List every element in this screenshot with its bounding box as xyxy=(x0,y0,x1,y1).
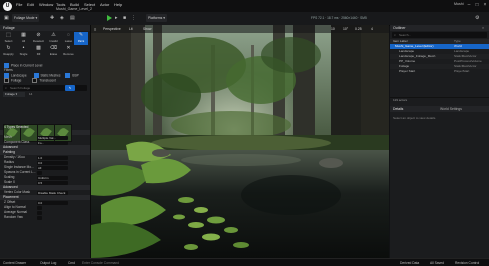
add-foliage-button[interactable]: ✎ xyxy=(65,85,75,91)
minimize-icon[interactable]: – xyxy=(465,1,473,9)
level-viewport[interactable]: ≡ Perspective Lit Show 10 10° 0.25 4 xyxy=(91,25,389,258)
prop-vertex-color-mask-value[interactable]: Disable Mask Check xyxy=(37,190,68,195)
outliner-search-input[interactable]: Search... xyxy=(399,33,411,37)
tool-single[interactable]: • Single xyxy=(16,45,31,58)
viewport-toolbar: ≡ Perspective Lit Show 10 10° 0.25 4 xyxy=(91,25,389,33)
content-drawer-button[interactable]: Content Drawer xyxy=(3,261,26,265)
tool-select[interactable]: ⬚ Select xyxy=(1,32,16,45)
properties-list: Mesh MeshMultiple Val... Component Class… xyxy=(0,130,90,220)
lit-button[interactable]: Lit xyxy=(129,27,133,31)
prop-single-instance-value[interactable]: All xyxy=(37,165,68,170)
all-saved-indicator[interactable]: All Saved xyxy=(430,261,444,265)
prop-scale-x-value[interactable]: 0.5 xyxy=(37,180,68,185)
search-icon: ⌕ xyxy=(394,32,396,37)
actor-count: 119 actors xyxy=(390,97,489,103)
details-tabs: Details World Settings xyxy=(390,106,489,112)
outliner-row[interactable]: Player Start PlayerStart xyxy=(390,69,489,74)
prop-random-yaw: Random Yaw xyxy=(0,215,90,220)
tab-details[interactable]: Details xyxy=(393,107,403,111)
rotation-snap-value[interactable]: 10° xyxy=(343,27,348,31)
prop-spawns-current-value[interactable] xyxy=(37,170,42,175)
right-panel: Outliner × ⌕ Search... Item Label Type Mu… xyxy=(390,25,489,258)
foliage-search-input[interactable]: Search Foliage xyxy=(10,86,30,90)
menu-actor[interactable]: Actor xyxy=(100,2,109,7)
show-button[interactable]: Show xyxy=(143,27,151,31)
close-icon[interactable]: × xyxy=(481,1,489,9)
filter-translucent-checkbox[interactable] xyxy=(32,78,38,83)
console-input[interactable]: Enter Console Command xyxy=(82,261,119,265)
tool-reapply[interactable]: ↻ Reapply xyxy=(1,45,16,58)
filter-foliage-checkbox[interactable] xyxy=(4,78,9,83)
close-outliner-icon[interactable]: × xyxy=(482,25,484,31)
prop-align-normal-checkbox[interactable] xyxy=(37,205,42,210)
prop-random-yaw-checkbox[interactable] xyxy=(37,215,42,220)
tool-all[interactable]: ▦ All xyxy=(16,32,31,45)
tool-deselect[interactable]: ⊘ Deselect xyxy=(31,32,46,45)
output-log-button[interactable]: Output Log xyxy=(40,261,56,265)
foliage-search-bar: ⌕ Search Foliage ✎ xyxy=(3,85,87,91)
menu-window[interactable]: Window xyxy=(39,2,53,7)
blueprint-icon[interactable]: ◈ xyxy=(60,15,64,21)
cmd-dropdown[interactable]: Cmd xyxy=(68,261,75,265)
more-options-icon[interactable]: ⋮ xyxy=(131,15,136,21)
menu-file[interactable]: File xyxy=(16,2,22,7)
step-icon[interactable]: ▸ xyxy=(115,15,118,21)
foliage-type-bar: Foliage ▾ 14 xyxy=(3,92,87,98)
tool-fill[interactable]: ▩ Fill xyxy=(31,45,46,58)
derived-data-button[interactable]: Derived Data xyxy=(400,261,419,265)
cinematics-icon[interactable]: ▤ xyxy=(70,15,75,21)
add-actor-icon[interactable]: ✚ xyxy=(50,15,54,21)
mode-dropdown[interactable]: Foliage Mode ▾ xyxy=(12,14,40,22)
tool-erase[interactable]: ⌫ Erase xyxy=(46,45,61,58)
prop-density-value[interactable]: 1.0 xyxy=(37,155,68,160)
prop-average-normal-checkbox[interactable] xyxy=(37,210,42,215)
prop-component-class-value[interactable]: Fo... xyxy=(37,140,68,145)
level-tab[interactable]: Mushi_Game_Level_2 xyxy=(56,7,92,11)
outliner-search[interactable]: ⌕ Search... xyxy=(392,32,487,38)
camera-speed-value[interactable]: 4 xyxy=(371,27,373,31)
prop-vertex-color-mask: Vertex Color Mask Disable Mask Check xyxy=(0,190,90,195)
search-icon: ⌕ xyxy=(5,85,7,90)
viewport-menu-icon[interactable]: ≡ xyxy=(94,27,96,32)
stop-icon[interactable]: ■ xyxy=(123,15,126,21)
details-empty-text: Select an object to view details. xyxy=(393,116,437,120)
prop-scaling-value[interactable]: Uniform xyxy=(37,175,68,180)
prop-mesh-value[interactable]: Multiple Val... xyxy=(37,135,68,140)
main-toolbar: ▣ Foliage Mode ▾ ✚ ◈ ▤ ▸ ■ ⋮ Platforms ▾… xyxy=(0,12,489,26)
outliner-header: Outliner × xyxy=(390,25,489,31)
scale-snap-value[interactable]: 0.25 xyxy=(355,27,362,31)
title-bar: U File Edit Window Tools Build Select Ac… xyxy=(0,0,489,12)
prop-component-class: Component Class Fo... xyxy=(0,140,90,145)
foliage-dropdown[interactable]: Foliage ▾ xyxy=(3,92,25,97)
tool-paint[interactable]: ✎ Paint xyxy=(74,32,88,45)
perspective-button[interactable]: Perspective xyxy=(103,27,121,31)
project-name: Mushi xyxy=(454,2,464,6)
column-item-label[interactable]: Item Label xyxy=(393,39,407,43)
menu-edit[interactable]: Edit xyxy=(27,2,34,7)
filter-row-2: Foliage Translucent xyxy=(0,78,90,83)
foliage-panel: Foliage ⬚ Select ▦ All ⊘ Deselect ⚠ Invalid … xyxy=(0,25,91,258)
unreal-logo[interactable]: U xyxy=(3,2,12,11)
prop-radius-value[interactable]: 0.0 xyxy=(37,160,68,165)
performance-readout: FPS 72.1 · 18.7 ms · 2560×1440 · SM5 xyxy=(311,16,367,20)
types-selected: 4 Types Selected xyxy=(4,125,29,129)
maximize-icon[interactable]: □ xyxy=(473,1,481,9)
foliage-count: 14 xyxy=(29,92,33,96)
menu-help[interactable]: Help xyxy=(114,2,122,7)
platforms-button[interactable]: Platforms ▾ xyxy=(146,14,167,22)
tool-invalid[interactable]: ⚠ Invalid xyxy=(46,32,61,45)
foliage-tools: ⬚ Select ▦ All ⊘ Deselect ⚠ Invalid ◌ Lasso ✎… xyxy=(0,31,90,60)
tool-remove[interactable]: ✕ Remove xyxy=(61,45,76,58)
grid-snap-value[interactable]: 10 xyxy=(331,27,335,31)
play-icon[interactable] xyxy=(107,15,112,21)
prop-scale-x: Scale X 0.5 xyxy=(0,180,90,185)
revision-control-button[interactable]: Revision Control xyxy=(455,261,479,265)
forest-scene xyxy=(91,25,389,258)
save-icon[interactable]: ▣ xyxy=(4,15,9,21)
tab-world-settings[interactable]: World Settings xyxy=(440,107,462,111)
prop-z-offset-value[interactable]: 0.0 xyxy=(37,200,68,205)
settings-icon[interactable]: ⚙ xyxy=(475,15,479,21)
